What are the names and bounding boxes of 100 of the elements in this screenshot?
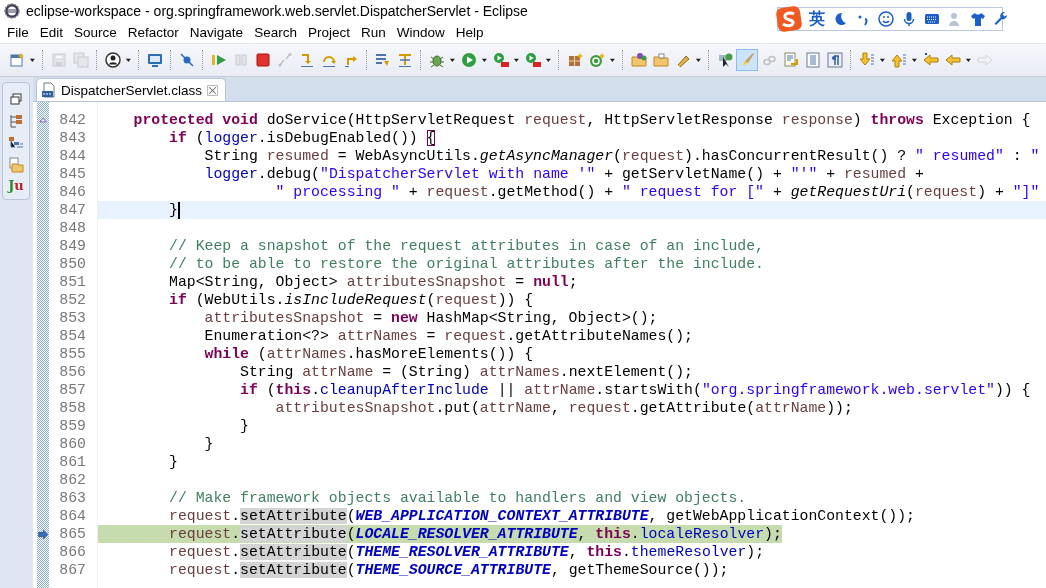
package-icon bbox=[567, 52, 583, 68]
arrow-left-icon bbox=[923, 52, 939, 68]
editor-tab[interactable]: DispatcherServlet.class bbox=[36, 78, 227, 101]
menu-item[interactable]: Edit bbox=[34, 24, 69, 41]
toolbar-button[interactable] bbox=[102, 49, 124, 71]
code-line: // Keep a snapshot of the request attributes in case of an include, bbox=[168, 237, 764, 255]
hierarchy-icon bbox=[8, 113, 24, 129]
line-number: 852 bbox=[58, 291, 87, 309]
line-number: 842 bbox=[58, 111, 87, 129]
line-number: 859 bbox=[58, 417, 87, 435]
line-number: 850 bbox=[58, 255, 87, 273]
line-number: 863 bbox=[58, 489, 87, 507]
folder-icon bbox=[653, 52, 669, 68]
save-all-icon bbox=[73, 52, 89, 68]
line-number: 844 bbox=[58, 147, 87, 165]
menu-item[interactable]: Source bbox=[69, 24, 122, 41]
code-line: } bbox=[239, 417, 249, 435]
code-line: request.setAttribute(WEB_APPLICATION_CONTEXT_ATTRIBUTE, getWebApplicationContext()); bbox=[168, 507, 915, 525]
line-number: 848 bbox=[58, 219, 87, 237]
line-number: 856 bbox=[58, 363, 87, 381]
code-line: // Make framework objects available to handlers and view objects. bbox=[168, 489, 747, 507]
play-icon bbox=[461, 52, 477, 68]
line-number: 858 bbox=[58, 399, 87, 417]
person-icon bbox=[105, 52, 121, 68]
menu-item[interactable]: Run bbox=[355, 24, 391, 41]
line-number: 853 bbox=[58, 309, 87, 327]
run-toolbox-icon bbox=[493, 52, 509, 68]
code-line: logger.debug("DispatcherServlet with name '" + getServletName() + "'" + resumed + bbox=[203, 165, 924, 183]
stop-icon bbox=[255, 52, 271, 68]
line-number: 854 bbox=[58, 327, 87, 345]
arrow-up-icon bbox=[891, 52, 907, 68]
code-line: request.setAttribute(THEME_RESOLVER_ATTRIBUTE, this.themeResolver); bbox=[168, 543, 765, 561]
line-number: 866 bbox=[58, 543, 87, 561]
text-cursor bbox=[177, 201, 180, 219]
folder-icon bbox=[8, 157, 24, 173]
line-number: 843 bbox=[58, 129, 87, 147]
line-number: 845 bbox=[58, 165, 87, 183]
pointer-icon bbox=[717, 52, 733, 68]
pilcrow-icon bbox=[827, 52, 843, 68]
line-number: 849 bbox=[58, 237, 87, 255]
eclipse-logo-icon bbox=[4, 3, 20, 19]
code-line: attributesSnapshot.put(attrName, request.getAttribute(attrName)); bbox=[274, 399, 853, 417]
new-class-icon bbox=[589, 52, 605, 68]
line-number: 860 bbox=[58, 435, 87, 453]
line-number: 851 bbox=[58, 273, 87, 291]
shirt-icon bbox=[970, 11, 986, 27]
menu-item[interactable]: Help bbox=[450, 24, 489, 41]
ime-language[interactable]: 英 bbox=[809, 8, 825, 30]
code-line: // to be able to restore the original attributes after the include. bbox=[168, 255, 764, 273]
smiley-icon bbox=[878, 11, 894, 27]
pause-icon bbox=[233, 52, 249, 68]
menu-item[interactable]: Project bbox=[302, 24, 355, 41]
disconnect-icon bbox=[277, 52, 293, 68]
folder-icon bbox=[631, 52, 647, 68]
resume-icon bbox=[211, 52, 227, 68]
wrench-icon bbox=[993, 11, 1009, 27]
code-line: request.setAttribute(THEME_SOURCE_ATTRIBUTE, getThemeSource()); bbox=[168, 561, 729, 579]
restore-icon bbox=[8, 91, 24, 107]
run-toolbox-icon bbox=[525, 52, 541, 68]
code-line: if (WebUtils.isIncludeRequest(request)) { bbox=[168, 291, 534, 309]
bug-icon bbox=[429, 52, 445, 68]
new-file-icon bbox=[9, 52, 25, 68]
code-line: } bbox=[203, 435, 214, 453]
line-number: 855 bbox=[58, 345, 87, 363]
keyboard-icon bbox=[924, 11, 940, 27]
line-number: 867 bbox=[58, 561, 87, 579]
menu-item[interactable]: Window bbox=[391, 24, 450, 41]
code-line: String resumed = WebAsyncUtils.getAsyncManager(request).hasConcurrentResult() ? " resumed" : " bbox=[203, 147, 1040, 165]
code-line: Map<String, Object> attributesSnapshot = null; bbox=[168, 273, 578, 291]
line-number: 857 bbox=[58, 381, 87, 399]
code-line: String attrName = (String) attrNames.nextElement(); bbox=[239, 363, 693, 381]
junit-icon[interactable]: Ju bbox=[8, 179, 24, 193]
window-title: eclipse-workspace - org.springframework.web.servlet.DispatcherServlet - Eclipse bbox=[26, 3, 528, 19]
close-icon bbox=[206, 83, 220, 97]
code-line: protected void doService(HttpServletRequest request, HttpServletResponse response) throws Exception { bbox=[132, 111, 1031, 129]
skip-breakpoints-icon bbox=[179, 52, 195, 68]
line-number: 846 bbox=[58, 183, 87, 201]
code-line: } bbox=[168, 453, 178, 471]
code-line: " processing " + request.getMethod() + " request for [" + getRequestUri(request) + "]" bbox=[274, 183, 1040, 201]
drop-frame-icon bbox=[375, 52, 391, 68]
step-filter-icon bbox=[397, 52, 413, 68]
step-into-icon bbox=[299, 52, 315, 68]
class-file-icon bbox=[41, 82, 57, 98]
code-line: Enumeration<?> attrNames = request.getAttributeNames(); bbox=[203, 327, 693, 345]
document-icon bbox=[805, 52, 821, 68]
menu-item[interactable]: File bbox=[2, 24, 34, 41]
arrow-down-icon bbox=[859, 52, 875, 68]
brush-icon bbox=[739, 52, 755, 68]
arrow-right-icon bbox=[977, 52, 993, 68]
line-number: 862 bbox=[58, 471, 87, 489]
code-line: if (logger.isDebugEnabled()) { bbox=[168, 129, 436, 147]
microphone-icon bbox=[901, 11, 917, 27]
code-line: attributesSnapshot = new HashMap<String, Object>(); bbox=[203, 309, 658, 327]
menu-item[interactable]: Search bbox=[249, 24, 302, 41]
line-number: 861 bbox=[58, 453, 87, 471]
menu-item[interactable]: Navigate bbox=[184, 24, 249, 41]
arrow-left-icon bbox=[945, 52, 961, 68]
code-line: } bbox=[168, 201, 178, 219]
ime-logo-icon[interactable] bbox=[776, 6, 802, 32]
menu-item[interactable]: Refactor bbox=[122, 24, 184, 41]
